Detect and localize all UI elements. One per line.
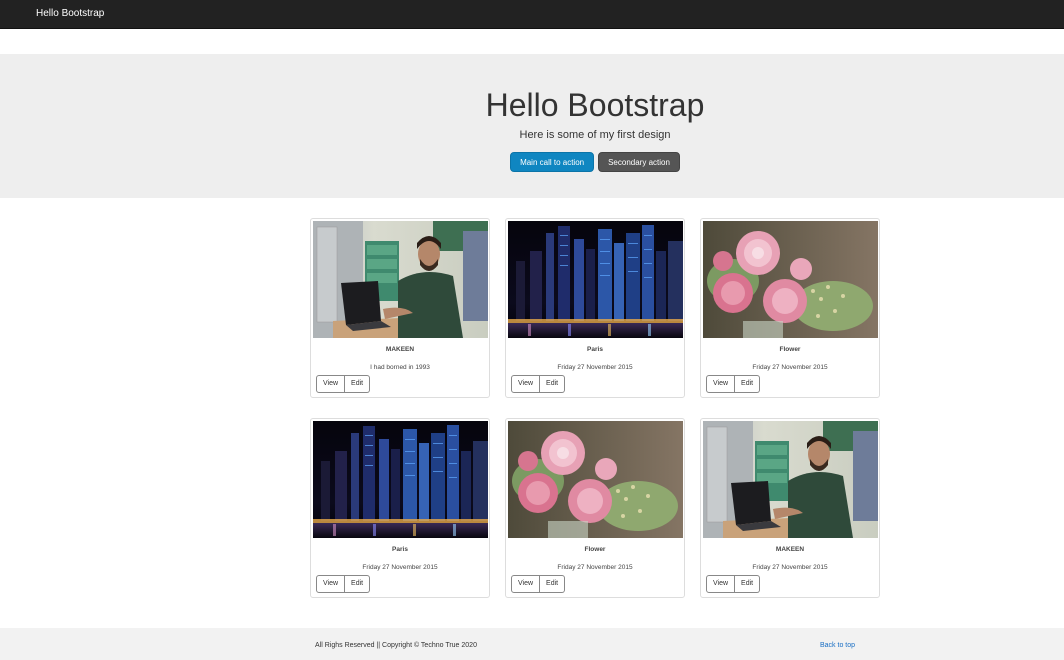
card: Paris Friday 27 November 2015 View Edit — [310, 418, 490, 598]
footer: All Righs Reserved || Copyright © Techno… — [0, 628, 1064, 660]
edit-button[interactable]: Edit — [540, 575, 566, 593]
jumbotron-title: Hello Bootstrap — [485, 87, 705, 123]
card-title: MAKEEN — [775, 546, 805, 553]
card-title: MAKEEN — [385, 346, 415, 353]
card-title: Flower — [779, 346, 801, 353]
card-text: Friday 27 November 2015 — [362, 564, 438, 571]
card-text: Friday 27 November 2015 — [752, 564, 828, 571]
card-text: I had borned in 1993 — [370, 364, 430, 371]
view-button[interactable]: View — [316, 575, 346, 593]
view-button[interactable]: View — [511, 375, 541, 393]
night-city-skyline-photo — [508, 221, 683, 338]
card-button-group: View Edit — [511, 375, 566, 393]
card-title: Flower — [584, 546, 606, 553]
jumbotron-buttons: Main call to action Secondary action — [420, 152, 770, 172]
pink-flowers-bouquet-photo — [703, 221, 878, 338]
back-to-top-link[interactable]: Back to top — [820, 642, 855, 649]
secondary-action-button[interactable]: Secondary action — [598, 152, 680, 172]
card: Flower Friday 27 November 2015 View Edit — [700, 218, 880, 398]
jumbotron-lead: Here is some of my first design — [519, 129, 671, 141]
footer-copyright: All Righs Reserved || Copyright © Techno… — [315, 642, 477, 649]
jumbotron-content: Hello Bootstrap Here is some of my first… — [420, 54, 770, 172]
main-call-to-action-button[interactable]: Main call to action — [510, 152, 595, 172]
card: MAKEEN I had borned in 1993 View Edit — [310, 218, 490, 398]
edit-button[interactable]: Edit — [735, 375, 761, 393]
man-with-laptop-photo — [313, 221, 488, 338]
view-button[interactable]: View — [316, 375, 346, 393]
navbar-brand[interactable]: Hello Bootstrap — [36, 8, 104, 19]
view-button[interactable]: View — [706, 575, 736, 593]
card-button-group: View Edit — [316, 375, 371, 393]
card: Paris Friday 27 November 2015 View Edit — [505, 218, 685, 398]
pink-flowers-bouquet-photo — [508, 421, 683, 538]
card-text: Friday 27 November 2015 — [752, 364, 828, 371]
card-title: Paris — [587, 346, 603, 353]
edit-button[interactable]: Edit — [540, 375, 566, 393]
night-city-skyline-photo — [313, 421, 488, 538]
card-button-group: View Edit — [706, 575, 761, 593]
jumbotron: Hello Bootstrap Here is some of my first… — [0, 54, 1064, 198]
card-title: Paris — [392, 546, 408, 553]
man-with-laptop-photo — [703, 421, 878, 538]
card-button-group: View Edit — [511, 575, 566, 593]
edit-button[interactable]: Edit — [345, 575, 371, 593]
card-text: Friday 27 November 2015 — [557, 564, 633, 571]
view-button[interactable]: View — [706, 375, 736, 393]
edit-button[interactable]: Edit — [345, 375, 371, 393]
navbar: Hello Bootstrap — [0, 0, 1064, 29]
card: Flower Friday 27 November 2015 View Edit — [505, 418, 685, 598]
card-button-group: View Edit — [706, 375, 761, 393]
view-button[interactable]: View — [511, 575, 541, 593]
card-text: Friday 27 November 2015 — [557, 364, 633, 371]
edit-button[interactable]: Edit — [735, 575, 761, 593]
card: MAKEEN Friday 27 November 2015 View Edit — [700, 418, 880, 598]
card-button-group: View Edit — [316, 575, 371, 593]
